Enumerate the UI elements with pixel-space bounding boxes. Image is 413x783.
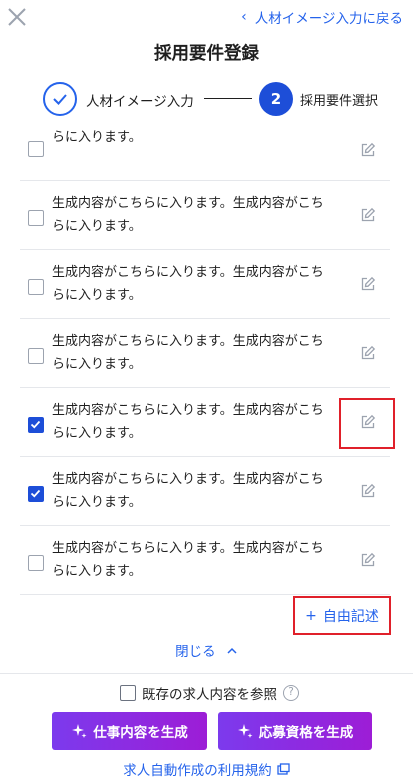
step1-indicator — [43, 82, 77, 116]
item-text-line1: 生成内容がこちらに入ります。生成内容がこち — [52, 265, 324, 280]
item-text-line1: 生成内容がこちらに入ります。生成内容がこち — [52, 541, 324, 556]
item-text-line2: らに入ります。 — [52, 564, 142, 579]
step-connector — [204, 98, 252, 99]
check-icon — [53, 94, 67, 105]
step1-label: 人材イメージ入力 — [86, 94, 194, 110]
divider — [0, 673, 413, 674]
requirement-list[interactable]: らに入ります。 生成内容がこちらに入ります。生成内容がこち らに入ります。 生成内… — [20, 126, 390, 596]
external-link-icon — [277, 763, 290, 775]
existing-ref-label: 既存の求人内容を参照 — [142, 687, 277, 703]
list-item: 生成内容がこちらに入ります。生成内容がこち らに入ります。 — [20, 388, 390, 457]
item-checkbox[interactable] — [28, 486, 44, 502]
item-text-line2: らに入ります。 — [52, 288, 142, 303]
item-text-line2: らに入ります。 — [52, 219, 142, 234]
list-item: 生成内容がこちらに入ります。生成内容がこち らに入ります。 — [20, 181, 390, 250]
item-checkbox[interactable] — [28, 210, 44, 226]
checkmark-icon — [30, 420, 41, 429]
step2-indicator: 2 — [259, 82, 293, 116]
item-text-line2: らに入ります。 — [52, 495, 142, 510]
item-text-line1: 生成内容がこちらに入ります。生成内容がこち — [52, 196, 324, 211]
item-text-line1: 生成内容がこちらに入ります。生成内容がこち — [52, 472, 324, 487]
free-write-label: 自由記述 — [322, 608, 379, 625]
free-write-button[interactable]: + 自由記述 — [293, 596, 391, 635]
generate-job-label: 仕事内容を生成 — [93, 725, 188, 741]
item-text: 生成内容がこちらに入ります。生成内容がこち らに入ります。 — [52, 468, 352, 514]
item-text: らに入ります。 — [52, 126, 352, 149]
item-text-line2: らに入ります。 — [52, 426, 142, 441]
list-item: 生成内容がこちらに入ります。生成内容がこち らに入ります。 — [20, 526, 390, 595]
item-checkbox[interactable] — [28, 348, 44, 364]
edit-icon[interactable] — [360, 552, 376, 568]
edit-highlight-box — [339, 398, 395, 449]
step2-label: 採用要件選択 — [300, 94, 379, 109]
existing-ref-option: 既存の求人内容を参照 ? — [120, 684, 299, 703]
existing-ref-checkbox[interactable] — [120, 685, 136, 701]
generate-job-button[interactable]: 仕事内容を生成 — [52, 712, 207, 750]
checkmark-icon — [30, 489, 41, 498]
chevron-left-icon: ‹ — [241, 9, 247, 25]
close-icon[interactable] — [6, 6, 28, 28]
edit-icon[interactable] — [360, 142, 376, 158]
generate-qualification-button[interactable]: 応募資格を生成 — [218, 712, 372, 750]
item-text-line1: 生成内容がこちらに入ります。生成内容がこち — [52, 403, 324, 418]
item-text-line2: らに入ります。 — [52, 357, 142, 372]
edit-icon[interactable] — [360, 345, 376, 361]
header: ‹ 人材イメージ入力に戻る 採用要件登録 — [0, 0, 413, 70]
edit-icon[interactable] — [360, 276, 376, 292]
sparkle-icon — [72, 724, 87, 738]
item-checkbox[interactable] — [28, 141, 44, 157]
list-item: らに入ります。 — [20, 126, 390, 181]
collapse-link[interactable]: 閉じる — [0, 640, 413, 660]
edit-icon[interactable] — [360, 207, 376, 223]
item-text-line1: 生成内容がこちらに入ります。生成内容がこち — [52, 334, 324, 349]
back-link-label: 人材イメージ入力に戻る — [254, 11, 403, 27]
terms-label: 求人自動作成の利用規約 — [123, 763, 272, 779]
back-link[interactable]: ‹ 人材イメージ入力に戻る — [241, 7, 403, 27]
item-text: 生成内容がこちらに入ります。生成内容がこち らに入ります。 — [52, 330, 352, 376]
chevron-up-icon — [227, 647, 237, 654]
collapse-label: 閉じる — [175, 644, 216, 660]
item-text: 生成内容がこちらに入ります。生成内容がこち らに入ります。 — [52, 261, 352, 307]
stepper: 人材イメージ入力 2 採用要件選択 — [0, 82, 413, 116]
edit-icon[interactable] — [360, 483, 376, 499]
item-text: 生成内容がこちらに入ります。生成内容がこち らに入ります。 — [52, 192, 352, 238]
item-text-line2: らに入ります。 — [52, 130, 142, 145]
item-checkbox[interactable] — [28, 279, 44, 295]
item-checkbox[interactable] — [28, 555, 44, 571]
item-checkbox[interactable] — [28, 417, 44, 433]
page-title: 採用要件登録 — [154, 44, 259, 64]
generate-qualification-label: 応募資格を生成 — [258, 725, 354, 741]
terms-link[interactable]: 求人自動作成の利用規約 — [0, 759, 413, 779]
plus-icon: + — [305, 607, 317, 624]
sparkle-icon — [237, 724, 253, 738]
list-item: 生成内容がこちらに入ります。生成内容がこち らに入ります。 — [20, 319, 390, 388]
list-item: 生成内容がこちらに入ります。生成内容がこち らに入ります。 — [20, 457, 390, 526]
item-text: 生成内容がこちらに入ります。生成内容がこち らに入ります。 — [52, 399, 352, 445]
item-text: 生成内容がこちらに入ります。生成内容がこち らに入ります。 — [52, 537, 352, 583]
list-item: 生成内容がこちらに入ります。生成内容がこち らに入ります。 — [20, 250, 390, 319]
help-icon[interactable]: ? — [283, 685, 299, 701]
